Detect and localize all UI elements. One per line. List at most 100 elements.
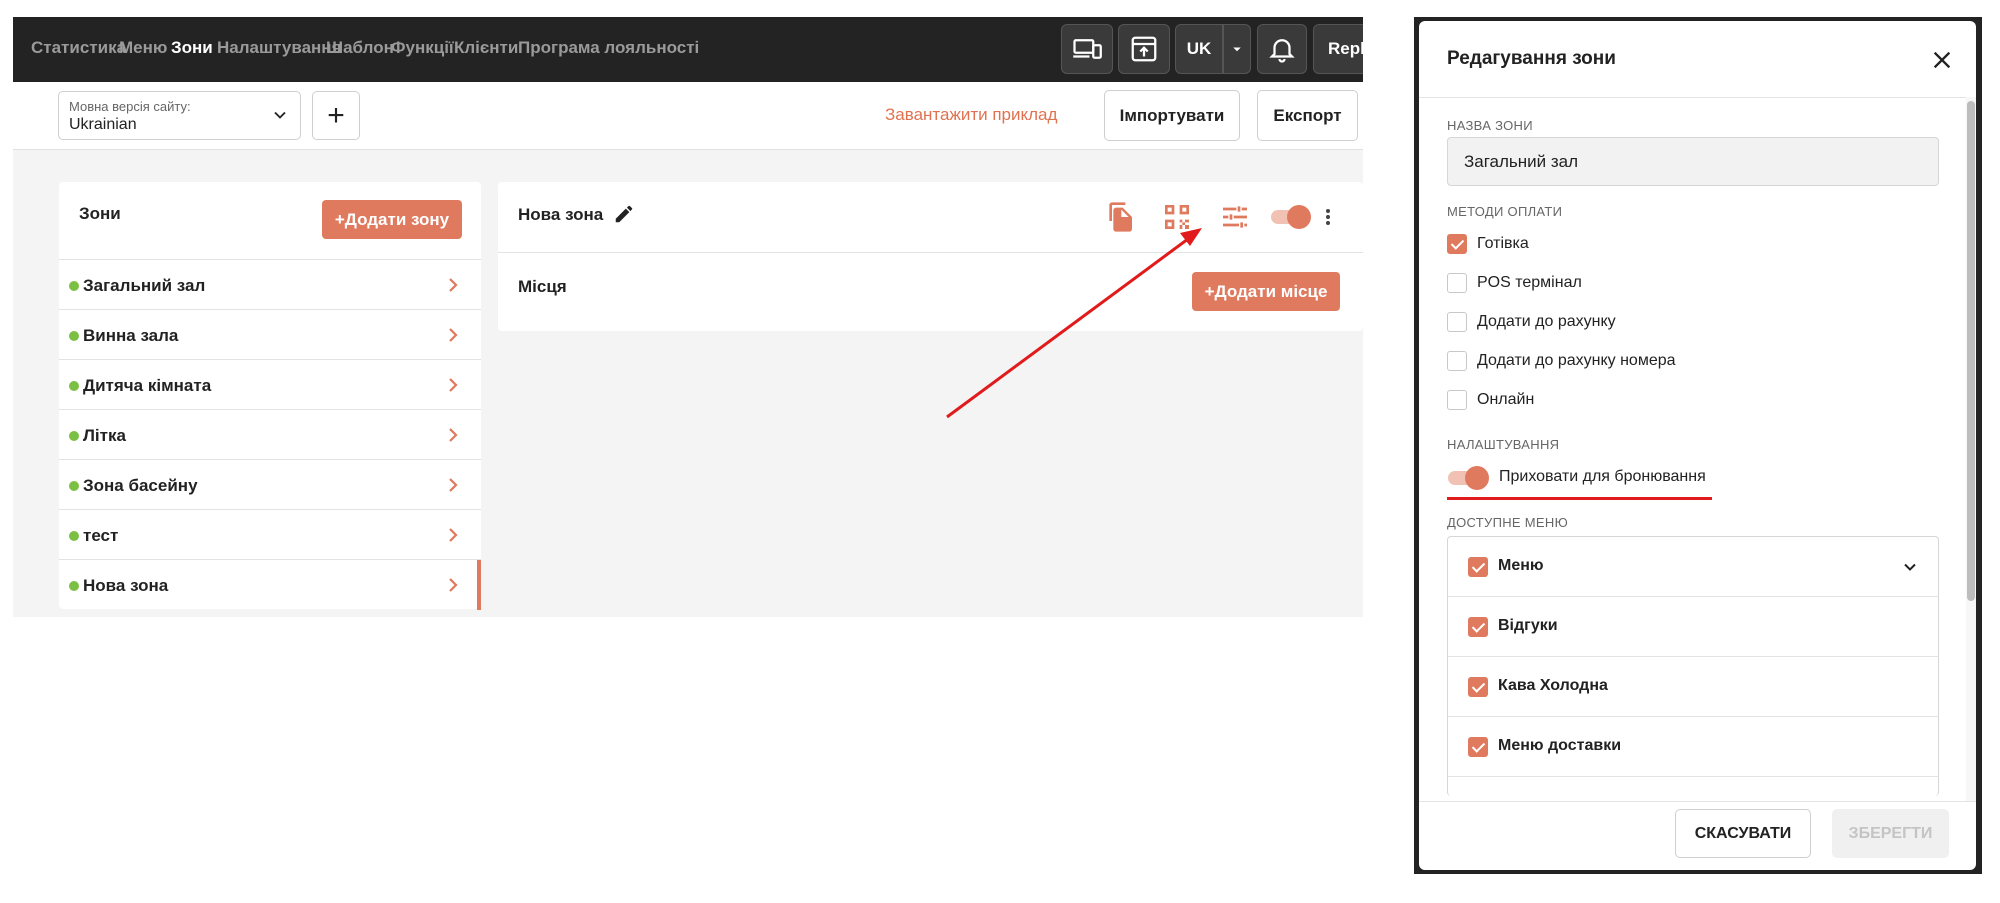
devices-button[interactable] <box>1061 24 1113 74</box>
zone-list-item[interactable]: Винна зала <box>59 309 481 359</box>
zone-list-item[interactable]: Зона басейну <box>59 459 481 509</box>
payment-cash-label: Готівка <box>1477 235 1529 252</box>
zone-detail-name: Нова зона <box>518 205 604 224</box>
menu-list-item[interactable]: Меню <box>1448 537 1938 597</box>
status-dot <box>69 531 79 541</box>
nav-item-zones[interactable]: Зони <box>171 38 213 58</box>
payment-add-to-bill-checkbox[interactable] <box>1447 312 1467 332</box>
publish-button[interactable] <box>1118 24 1170 74</box>
available-menus-label: ДОСТУПНЕ МЕНЮ <box>1447 515 1569 530</box>
chevron-down-icon <box>274 111 286 119</box>
toolbar: Мовна версія сайту: Ukrainian + Завантаж… <box>13 82 1363 150</box>
menu-list-item[interactable]: Меню доставки <box>1448 717 1938 777</box>
export-button[interactable]: Експорт <box>1257 90 1358 141</box>
payment-methods-label: МЕТОДИ ОПЛАТИ <box>1447 204 1563 219</box>
scrollbar-thumb[interactable] <box>1967 101 1975 601</box>
notifications-button[interactable] <box>1257 24 1307 74</box>
nav-item-menu[interactable]: Меню <box>119 38 167 58</box>
hide-for-booking-toggle[interactable] <box>1447 465 1491 491</box>
payment-add-to-room-bill-label: Додати до рахунку номера <box>1477 352 1676 369</box>
zone-list-item[interactable]: Дитяча кімната <box>59 359 481 409</box>
nav-item-loyalty[interactable]: Програма лояльності <box>518 38 699 58</box>
edit-zone-modal: Редагування зони НАЗВА ЗОНИ Загальний за… <box>1419 21 1976 870</box>
chevron-right-icon <box>449 428 458 442</box>
site-language-select[interactable]: Мовна версія сайту: Ukrainian <box>58 91 301 140</box>
menu-label: Відгуки <box>1498 617 1558 634</box>
caret-down-icon <box>1233 47 1241 52</box>
import-button[interactable]: Імпортувати <box>1104 90 1240 141</box>
payment-add-to-room-bill-checkbox[interactable] <box>1447 351 1467 371</box>
language-button[interactable]: UK <box>1175 24 1223 74</box>
chevron-down-icon[interactable] <box>1900 557 1920 577</box>
zones-panel: Зони +Додати зону Загальний зал Винна за… <box>59 182 481 610</box>
pencil-icon[interactable] <box>613 203 635 225</box>
zone-list-item[interactable]: Літка <box>59 409 481 459</box>
add-language-button[interactable]: + <box>312 91 360 140</box>
menu-checkbox[interactable] <box>1468 737 1488 757</box>
user-menu[interactable]: Repk <box>1313 24 1363 74</box>
add-place-button[interactable]: +Додати місце <box>1192 272 1340 311</box>
payment-pos-label: POS термінал <box>1477 274 1582 291</box>
more-vertical-icon[interactable] <box>1323 204 1333 230</box>
menu-label: Меню <box>1498 557 1544 574</box>
publish-icon <box>1131 36 1157 62</box>
zone-detail-header: Нова зона <box>498 182 1363 253</box>
cancel-button[interactable]: СКАСУВАТИ <box>1675 809 1811 858</box>
close-icon[interactable] <box>1931 49 1953 71</box>
chevron-right-icon <box>449 478 458 492</box>
sliders-icon[interactable] <box>1219 201 1251 233</box>
payment-cash-checkbox[interactable] <box>1447 234 1467 254</box>
menu-checkbox[interactable] <box>1468 557 1488 577</box>
bell-icon <box>1269 39 1295 63</box>
copy-icon[interactable] <box>1104 201 1136 233</box>
status-dot <box>69 481 79 491</box>
modal-title: Редагування зони <box>1447 48 1616 69</box>
zone-name: Літка <box>83 426 126 445</box>
settings-label: НАЛАШТУВАННЯ <box>1447 437 1560 452</box>
zones-title: Зони <box>79 204 121 223</box>
annotation-underline <box>1447 497 1712 500</box>
payment-pos-checkbox[interactable] <box>1447 273 1467 293</box>
site-language-label: Мовна версія сайту: <box>69 99 191 114</box>
zone-name-label: НАЗВА ЗОНИ <box>1447 118 1533 133</box>
zone-name: Загальний зал <box>83 276 206 295</box>
zone-list-item[interactable]: Загальний зал <box>59 259 481 309</box>
site-language-value: Ukrainian <box>69 116 137 133</box>
zone-list-item[interactable]: тест <box>59 509 481 559</box>
zone-name: Нова зона <box>83 576 169 595</box>
language-dropdown[interactable] <box>1223 24 1251 74</box>
zone-enabled-toggle[interactable] <box>1270 204 1312 230</box>
chevron-right-icon <box>449 278 458 292</box>
payment-online-checkbox[interactable] <box>1447 390 1467 410</box>
payment-add-to-bill-label: Додати до рахунку <box>1477 313 1616 330</box>
menu-checkbox[interactable] <box>1468 617 1488 637</box>
status-dot <box>69 581 79 591</box>
top-navigation: Статистика Меню Зони Налаштування Шаблон… <box>13 17 1363 82</box>
hide-for-booking-label: Приховати для бронювання <box>1499 468 1706 485</box>
status-dot <box>69 281 79 291</box>
nav-item-template[interactable]: Шаблон <box>326 38 394 58</box>
download-example-link[interactable]: Завантажити приклад <box>885 105 1057 125</box>
nav-item-clients[interactable]: Клієнти <box>454 38 518 58</box>
qr-code-icon[interactable] <box>1161 201 1193 233</box>
zone-list-item-selected[interactable]: Нова зона <box>59 559 481 610</box>
nav-item-statistics[interactable]: Статистика <box>31 38 126 58</box>
chevron-right-icon <box>449 378 458 392</box>
zone-name: Дитяча кімната <box>83 376 212 395</box>
nav-item-settings[interactable]: Налаштування <box>217 38 342 58</box>
menu-list-item[interactable]: Відгуки <box>1448 597 1938 657</box>
chevron-right-icon <box>449 328 458 342</box>
add-zone-button[interactable]: +Додати зону <box>322 200 462 239</box>
devices-icon <box>1073 39 1102 59</box>
places-label: Місця <box>518 277 567 296</box>
menu-label: Кава Холодна <box>1498 677 1608 694</box>
selected-indicator <box>477 560 481 610</box>
nav-item-functions[interactable]: Функції <box>391 38 454 58</box>
save-button[interactable]: ЗБЕРЕГТИ <box>1832 809 1949 858</box>
status-dot <box>69 331 79 341</box>
zone-name-input[interactable]: Загальний зал <box>1447 137 1939 186</box>
menu-checkbox[interactable] <box>1468 677 1488 697</box>
menu-list-item[interactable]: Кава Холодна <box>1448 657 1938 717</box>
chevron-right-icon <box>449 578 458 592</box>
app-window: Статистика Меню Зони Налаштування Шаблон… <box>13 17 1363 617</box>
